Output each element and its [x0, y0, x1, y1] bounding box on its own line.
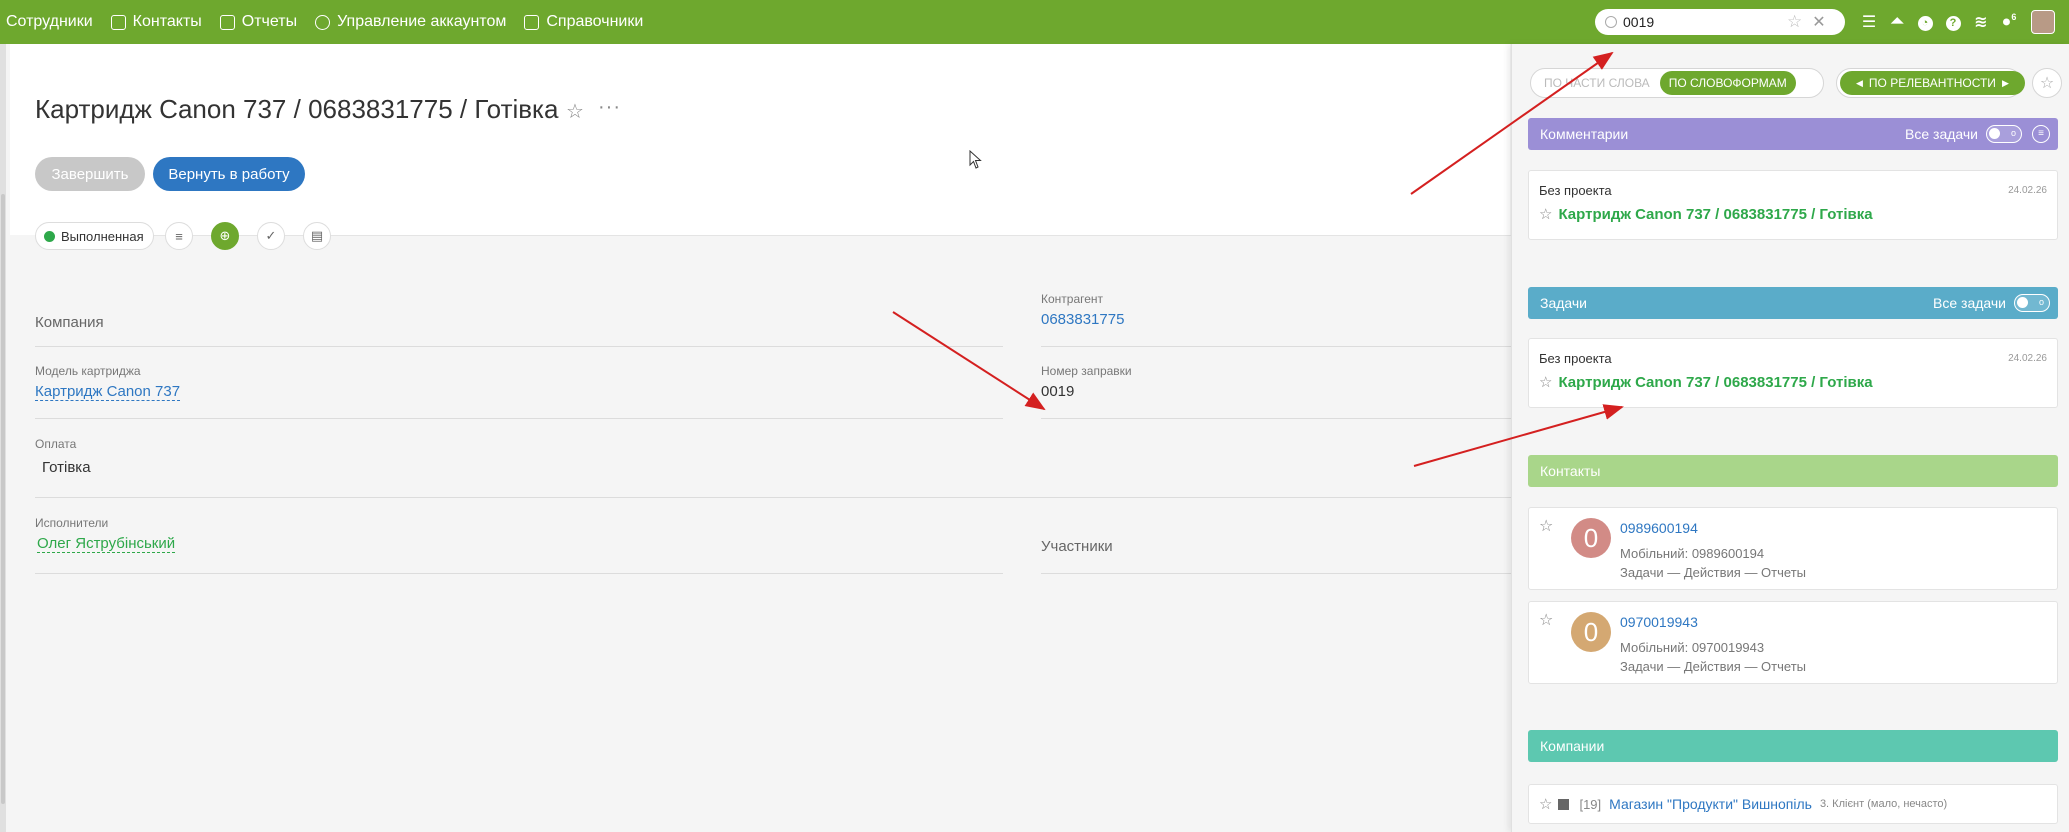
contact-avatar: 0: [1571, 518, 1611, 558]
favorite-icon[interactable]: ☆: [1787, 12, 1802, 32]
left-scrollbar[interactable]: [0, 44, 6, 832]
star-icon[interactable]: ☆: [1539, 206, 1552, 223]
finish-button[interactable]: Завершить: [35, 157, 145, 191]
search-results-panel: ПО ЧАСТИ СЛОВА ПО СЛОВОФОРМАМ ◀ ПО РЕЛЕВА…: [1511, 44, 2069, 832]
search-icon: [1605, 16, 1617, 28]
global-search: ☆ ✕: [1595, 9, 1845, 35]
comments-section-header: Комментарии Все задачи o ≡: [1528, 118, 2058, 150]
company-result[interactable]: ☆ [19] Магазин "Продукти" Вишнопіль 3. К…: [1528, 784, 2058, 824]
comments-icon[interactable]: ▤: [303, 222, 331, 250]
cartridge-model-field: Модель картриджа Картридж Canon 737: [35, 364, 181, 401]
companies-section-header: Компании: [1528, 730, 2058, 762]
all-tasks-toggle[interactable]: o: [1986, 125, 2022, 143]
contact-result[interactable]: ☆ 0 0989600194 Мобільний: 0989600194 Зад…: [1528, 507, 2058, 590]
contacts-icon: [110, 14, 126, 30]
star-icon[interactable]: ☆: [1539, 795, 1552, 813]
nav-contacts[interactable]: Контакты: [110, 13, 202, 31]
company-link[interactable]: Магазин "Продукти" Вишнопіль: [1609, 796, 1812, 812]
divider: [35, 418, 1003, 419]
company-field[interactable]: Компания: [35, 314, 104, 331]
user-avatar[interactable]: [2031, 10, 2055, 34]
status-badge[interactable]: Выполненная: [35, 222, 154, 250]
nav-reports[interactable]: Отчеты: [219, 13, 297, 31]
divider: [1041, 573, 1511, 574]
counterparty-field: Контрагент 0683831775: [1041, 292, 1125, 328]
directory-icon: [524, 14, 540, 30]
rocket-icon[interactable]: ⏶: [1883, 13, 1911, 31]
task-header: [10, 44, 1510, 235]
divider: [35, 497, 1511, 498]
contacts-section-header: Контакты: [1528, 455, 2058, 487]
executor-link[interactable]: Олег Яструбінський: [37, 535, 176, 553]
building-icon: [1558, 798, 1570, 810]
nav-account-management[interactable]: Управление аккаунтом: [315, 13, 506, 31]
top-navigation: Сотрудники Контакты Отчеты Управление ак…: [0, 0, 661, 44]
top-bar: Сотрудники Контакты Отчеты Управление ак…: [0, 0, 2069, 44]
executors-field: Исполнители Олег Яструбінський: [35, 516, 176, 553]
nav-directories[interactable]: Справочники: [524, 13, 643, 31]
mouse-cursor-icon: [969, 150, 982, 169]
sort-toggle: ◀ ПО РЕЛЕВАНТНОСТИ ▶: [1836, 68, 2025, 98]
status-row: Выполненная ≡ ⊕ ✓ ▤: [10, 218, 1515, 254]
divider: [1041, 418, 1511, 419]
search-input[interactable]: [1623, 14, 1783, 30]
filter-icon[interactable]: ≡: [2032, 125, 2050, 143]
contact-name-link[interactable]: 0970019943: [1620, 614, 1698, 630]
mode-wordforms[interactable]: ПО СЛОВОФОРМАМ: [1659, 71, 1796, 95]
star-icon[interactable]: ☆: [1539, 374, 1552, 391]
star-icon[interactable]: ☆: [1539, 610, 1553, 630]
mode-partial-word[interactable]: ПО ЧАСТИ СЛОВА: [1534, 76, 1660, 90]
user-icon[interactable]: ●6: [1995, 12, 2023, 31]
search-mode-toggle: ПО ЧАСТИ СЛОВА ПО СЛОВОФОРМАМ: [1530, 68, 1824, 98]
nav-employees[interactable]: Сотрудники: [6, 13, 93, 31]
more-options-icon[interactable]: ···: [598, 96, 621, 119]
refill-number-field: Номер заправки 0019: [1041, 364, 1132, 400]
reports-icon: [219, 14, 235, 30]
divider: [35, 573, 1003, 574]
description-icon[interactable]: ≡: [165, 222, 193, 250]
refill-number-value[interactable]: 0019: [1041, 383, 1132, 400]
contact-name-link[interactable]: 0989600194: [1620, 520, 1698, 536]
divider: [35, 346, 1003, 347]
menu-icon[interactable]: ☰: [1855, 12, 1883, 32]
star-icon[interactable]: ☆: [1539, 516, 1553, 536]
participants-field[interactable]: Участники: [1041, 538, 1113, 555]
all-tasks-toggle[interactable]: o: [2014, 294, 2050, 312]
cartridge-model-link[interactable]: Картридж Canon 737: [35, 383, 181, 401]
tasks-section-header: Задачи Все задачи o: [1528, 287, 2058, 319]
favorites-filter-icon[interactable]: ☆: [2032, 68, 2062, 98]
task-result-link[interactable]: Картридж Canon 737 / 0683831775 / Готівк…: [1558, 374, 1872, 391]
divider: [1041, 346, 1511, 347]
comment-result[interactable]: Без проекта 24.02.26 ☆ Картридж Canon 737…: [1528, 170, 2058, 240]
clear-search-icon[interactable]: ✕: [1812, 12, 1825, 32]
status-dot-icon: [44, 230, 55, 242]
contact-links[interactable]: Задачи — Действия — Отчеты: [1620, 659, 1806, 674]
arrow-left-icon: ◀: [1856, 77, 1863, 88]
task-result[interactable]: Без проекта 24.02.26 ☆ Картридж Canon 737…: [1528, 338, 2058, 408]
help-icon[interactable]: ?: [1939, 13, 1967, 31]
clock-icon[interactable]: ◔: [1911, 13, 1939, 31]
arrow-right-icon: ▶: [2001, 77, 2009, 88]
header-icons: ☰ ⏶ ◔ ? ≋ ●6: [1855, 0, 2055, 44]
fields-icon[interactable]: ⊕: [211, 222, 239, 250]
arrow-to-refill-number: [892, 311, 1046, 411]
return-to-work-button[interactable]: Вернуть в работу: [153, 157, 305, 191]
checklist-icon[interactable]: ✓: [257, 222, 285, 250]
contact-result[interactable]: ☆ 0 0970019943 Мобільний: 0970019943 Зад…: [1528, 601, 2058, 684]
notification-badge: 6: [2011, 12, 2017, 23]
payment-field: Оплата Готівка: [35, 437, 91, 476]
sort-relevance[interactable]: ◀ ПО РЕЛЕВАНТНОСТИ ▶: [1840, 71, 2025, 95]
counterparty-link[interactable]: 0683831775: [1041, 311, 1124, 328]
contact-links[interactable]: Задачи — Действия — Отчеты: [1620, 565, 1806, 580]
account-icon: [315, 14, 331, 30]
star-icon[interactable]: ☆: [566, 99, 584, 124]
scrollbar-thumb[interactable]: [1, 194, 5, 804]
contact-avatar: 0: [1571, 612, 1611, 652]
layers-icon[interactable]: ≋: [1967, 12, 1995, 32]
payment-value[interactable]: Готівка: [42, 459, 91, 476]
comment-task-link[interactable]: Картридж Canon 737 / 0683831775 / Готівк…: [1558, 206, 1872, 223]
task-title: Картридж Canon 737 / 0683831775 / Готівк…: [35, 94, 559, 124]
